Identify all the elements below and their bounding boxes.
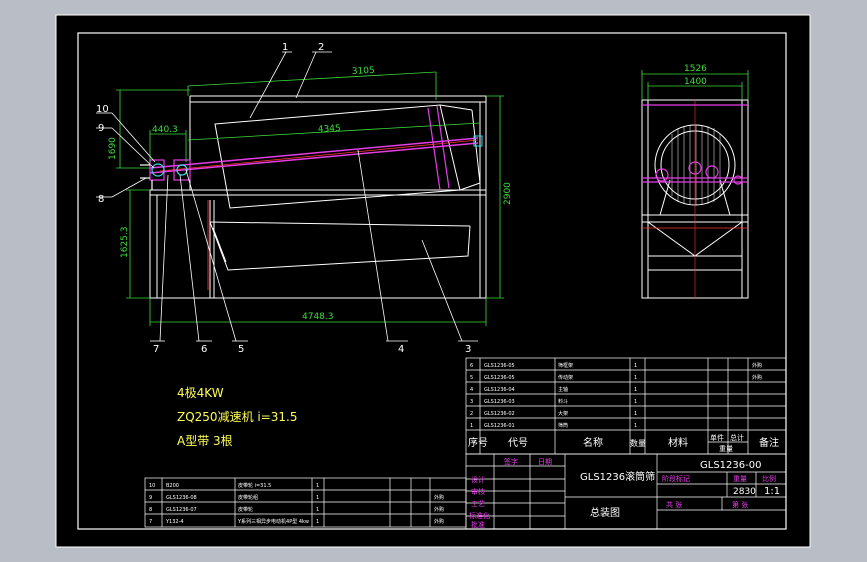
bom-row-code: GLS1236-01 [484,423,515,429]
dim-top-length: 3105 [352,66,375,77]
callout-10: 10 [96,104,109,115]
bom-row-code: GLS1236-04 [484,387,515,393]
callout-2: 2 [318,42,324,53]
dim-overall-length: 4748.3 [302,312,334,322]
note-belt: A型带 3根 [177,434,233,448]
bom-row-code: GLS1236-02 [484,411,515,417]
tb-date: 日期 [538,458,552,466]
tb-drawing-name: GLS1236滚筒筛 [580,470,655,483]
tb-check: 审核 [471,487,485,496]
bom-row-qty: 1 [634,387,637,393]
callout-8: 8 [98,194,104,205]
bom-row-name: 主轴 [558,386,568,393]
bom-row-no: 1 [470,423,473,429]
bom-header-no: 序号 [468,436,488,449]
tb-stage: 阶段标记 [662,474,690,483]
callout-6: 6 [201,344,207,355]
dim-side-outer: 1526 [684,64,707,74]
bom-row-name: 大架 [558,410,568,417]
tb-page: 第 张 [732,500,748,509]
bom2-row-code: GLS1236-08 [166,495,197,501]
bom2-row-qty: 1 [316,507,319,513]
dim-lower-height: 1625.3 [120,227,130,259]
tb-sign: 签字 [504,457,518,466]
bom-header-material: 材料 [668,436,688,449]
bom2-row-no: 9 [149,495,152,501]
bom2-row-remark: 外购 [434,494,444,501]
bom2-row-remark: 外购 [434,518,444,525]
bom-header-unit: 单件 [710,433,724,442]
bom-row-name: 筛框架 [558,362,573,369]
bom-row-name: 筛筒 [558,422,568,429]
bom2-row-code: GLS1236-07 [166,507,197,513]
bom-header-weight: 重量 [719,445,733,453]
bom2-row-name: Y系列三相异步电动机4P型 4kw [237,518,309,525]
bom2-row-code: B200 [166,483,179,489]
bom-row-qty: 1 [634,411,637,417]
drawing-sheet [55,14,811,548]
bom-row-name: 料斗 [558,398,568,405]
note-motor: 4极4KW [177,386,224,400]
bom-row-code: GLS1236-05 [484,375,515,381]
tb-scale: 1:1 [764,486,780,497]
dim-side-inner: 1400 [684,77,707,87]
bom2-row-code: Y132-4 [165,519,184,525]
bom-row-qty: 1 [634,363,637,369]
tb-approve: 批准 [471,520,485,529]
tb-design: 设计 [471,475,485,484]
bom-row-no: 5 [470,375,473,381]
tb-sheets: 共 张 [666,500,682,509]
callout-1: 1 [282,42,288,53]
bom-row-remark: 外购 [752,362,762,369]
bom-header-total: 总计 [730,433,744,442]
bom2-row-qty: 1 [316,519,319,525]
bom2-row-remark: 外购 [434,506,444,513]
callout-9: 9 [98,123,104,134]
bom-header-qty: 数量 [630,438,646,448]
bom-row-qty: 1 [634,423,637,429]
bom-row-no: 6 [470,363,473,369]
bom2-row-name: 皮带轮 [238,506,253,513]
bom2-row-no: 8 [149,507,152,513]
bom-header-code: 代号 [508,437,528,449]
bom-row-qty: 1 [634,375,637,381]
note-reducer: ZQ250减速机 i=31.5 [177,410,298,424]
tb-weight: 2830 [733,487,756,497]
tb-weight-label: 重量 [733,475,747,483]
bom2-row-no: 10 [149,483,155,489]
dim-overall-height: 2900 [503,182,513,205]
dim-left-offset: 440.3 [152,125,178,135]
bom-row-no: 2 [470,411,473,417]
bom-row-qty: 1 [634,399,637,405]
tb-assembly: 总装图 [590,506,620,519]
dim-drum-length: 4345 [318,124,341,135]
callout-7: 7 [153,344,159,355]
bom-row-no: 4 [470,387,473,393]
dim-left-height: 1690 [108,137,118,160]
bom-header-remark: 备注 [759,436,779,449]
bom-row-no: 3 [470,399,473,405]
tb-standard: 标准化 [469,511,490,520]
cad-drawing: 3105 4345 440.3 1690 1625.3 4748.3 2900 … [55,14,811,548]
bom2-row-no: 7 [149,519,152,525]
tb-drawing-no: GLS1236-00 [700,460,761,471]
tb-process: 工艺 [471,500,485,508]
bom-row-code: GLS1236-05 [484,363,515,369]
bom2-row-name: 皮带轮 i=31.5 [238,482,271,489]
bom-row-remark: 外购 [752,374,762,381]
callout-5: 5 [238,344,244,355]
bom-header-name: 名称 [583,436,603,449]
bom2-row-name: 皮带轮组 [238,494,258,501]
bom2-row-qty: 1 [316,495,319,501]
callout-3: 3 [465,344,471,355]
callout-4: 4 [398,344,404,355]
tb-scale-label: 比例 [762,474,776,483]
bom2-row-qty: 1 [316,483,319,489]
bom-row-name: 传动架 [558,374,573,381]
bom-row-code: GLS1236-03 [484,399,515,405]
